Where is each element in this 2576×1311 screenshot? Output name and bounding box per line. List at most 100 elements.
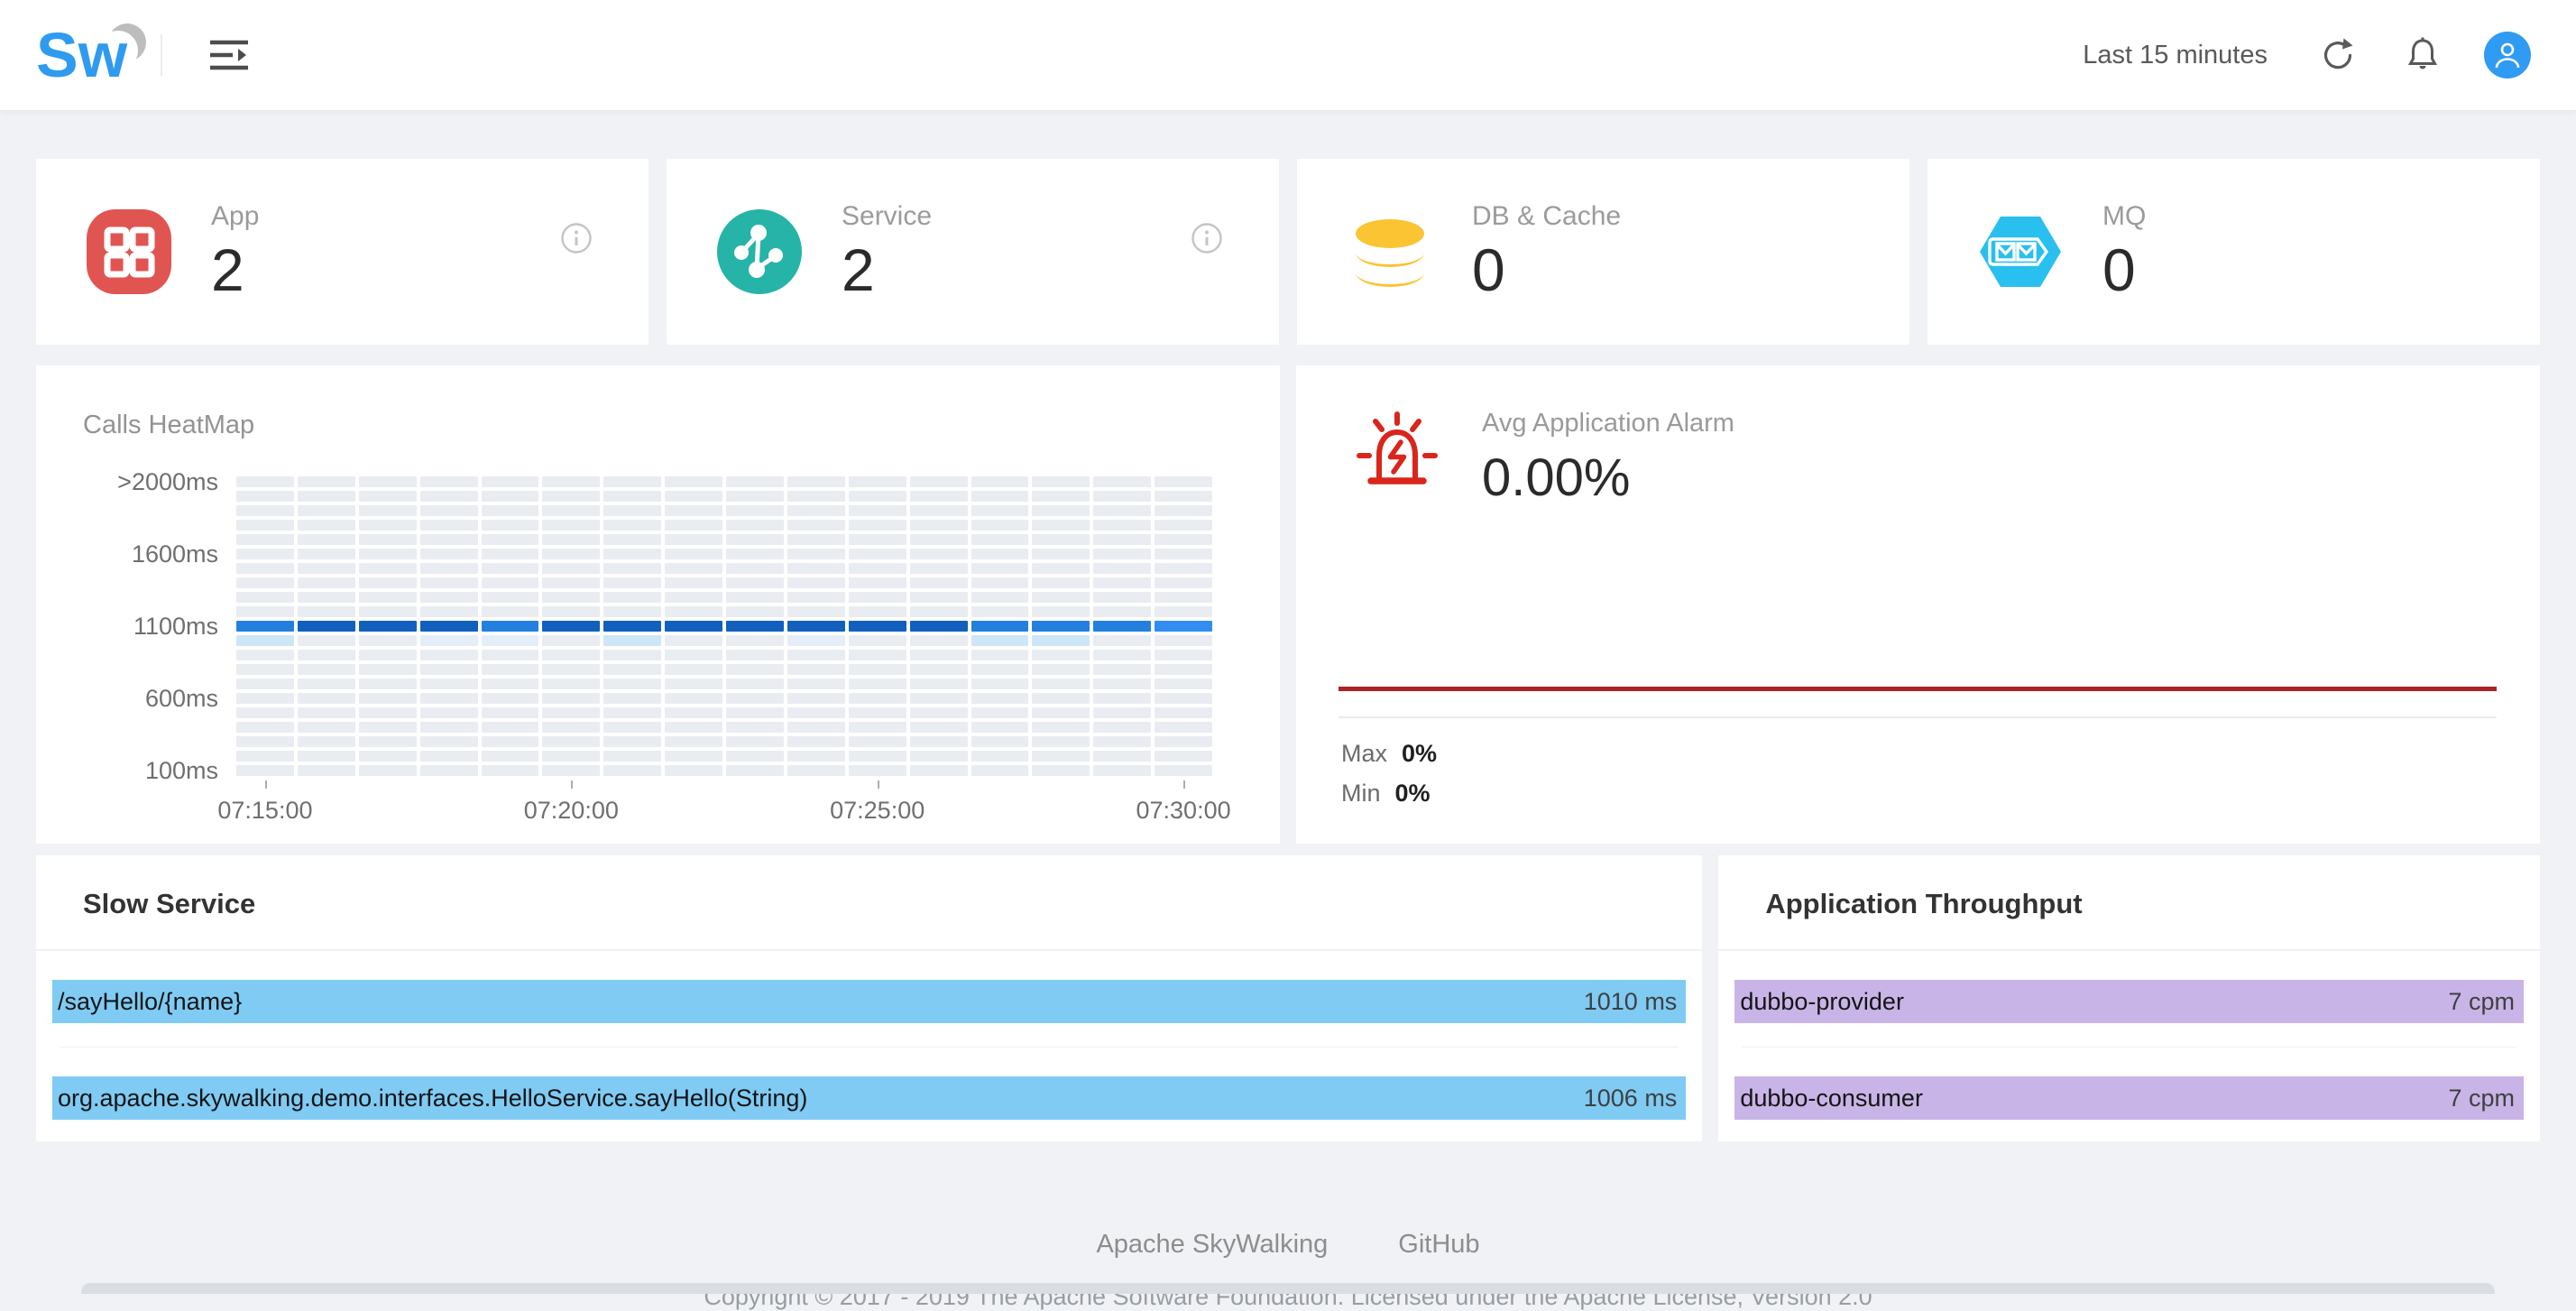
heatmap-cell <box>298 679 355 689</box>
heatmap-cell <box>236 722 294 733</box>
heatmap-cell <box>1155 520 1212 531</box>
heatmap-cell <box>665 520 722 531</box>
heatmap-cell <box>726 577 784 588</box>
heatmap-cell <box>236 736 294 747</box>
user-avatar-icon[interactable] <box>2484 32 2531 78</box>
heatmap-cell <box>359 722 417 733</box>
heatmap-cell <box>1032 693 1090 704</box>
heatmap-cell <box>542 693 600 704</box>
heatmap-cell <box>787 476 845 487</box>
heatmap-cell <box>298 664 355 675</box>
heatmap-cell <box>665 563 722 574</box>
heatmap-cell <box>665 765 722 776</box>
heatmap-cell <box>1093 577 1151 588</box>
heatmap-x-label: 07:15:00 <box>217 797 312 825</box>
heatmap-cell <box>665 577 722 588</box>
heatmap-cell <box>542 476 600 487</box>
heatmap-cell <box>1093 606 1151 617</box>
heatmap-cell <box>849 650 906 660</box>
heatmap-cell <box>482 549 539 559</box>
slow-service-list: /sayHello/{name}1010 ms org.apache.skywal… <box>36 980 1702 1120</box>
footer-link-github[interactable]: GitHub <box>1398 1230 1479 1260</box>
header-divider <box>161 34 162 76</box>
stat-value: 2 <box>211 239 259 301</box>
heatmap-cell <box>298 520 355 531</box>
footer-link-apache-skywalking[interactable]: Apache SkyWalking <box>1096 1230 1328 1260</box>
heatmap-y-label: 1100ms <box>83 612 218 641</box>
heatmap-cell <box>787 765 845 776</box>
heatmap-cell <box>665 650 722 660</box>
calls-heatmap-panel: Calls HeatMap >2000ms1600ms1100ms600ms10… <box>36 365 1280 844</box>
heatmap-cell <box>603 534 661 545</box>
heatmap-cell <box>1032 621 1090 632</box>
heatmap-cell <box>971 621 1029 632</box>
heatmap-cell <box>542 635 600 646</box>
alarm-max-value: 0% <box>1402 740 1437 768</box>
throughput-bar[interactable]: dubbo-consumer7 cpm <box>1734 1076 2524 1120</box>
heatmap-cell <box>298 592 355 603</box>
bell-icon[interactable] <box>2405 36 2441 74</box>
heatmap-cell <box>849 765 906 776</box>
reload-icon[interactable] <box>2320 37 2356 73</box>
heatmap-cell <box>1032 736 1090 747</box>
heatmap-cell <box>1032 520 1090 531</box>
heatmap-cell <box>1155 606 1212 617</box>
stat-card-mq: MQ 0 <box>1927 159 2540 345</box>
heatmap-cell <box>665 751 722 762</box>
bar-separator <box>1742 1047 2516 1048</box>
slow-service-bar-value: 1006 ms <box>1584 1085 1678 1113</box>
heatmap-cell <box>849 664 906 675</box>
heatmap-cell <box>482 679 539 689</box>
heatmap-y-label: 1600ms <box>83 540 218 568</box>
alarm-line-series <box>1339 687 2497 691</box>
heatmap-cell <box>420 505 478 516</box>
heatmap-cell <box>1032 751 1090 762</box>
heatmap-cell <box>542 765 600 776</box>
heatmap-cell <box>542 563 600 574</box>
heatmap-cell <box>1155 534 1212 545</box>
heatmap-cell <box>665 534 722 545</box>
heatmap-cell <box>482 534 539 545</box>
slow-service-bar[interactable]: /sayHello/{name}1010 ms <box>52 980 1686 1023</box>
heatmap-cell <box>849 577 906 588</box>
heatmap-cell <box>359 736 417 747</box>
slow-service-panel: Slow Service /sayHello/{name}1010 msorg.… <box>36 855 1702 1141</box>
throughput-bar[interactable]: dubbo-provider7 cpm <box>1734 980 2524 1023</box>
alarm-min-value: 0% <box>1395 780 1431 808</box>
heatmap-cell <box>420 534 478 545</box>
heatmap-cell <box>849 549 906 559</box>
heatmap-cell <box>910 635 968 646</box>
heatmap-cell <box>726 751 784 762</box>
heatmap-cell <box>910 577 968 588</box>
time-range-selector[interactable]: Last 15 minutes <box>2083 41 2268 70</box>
info-icon[interactable] <box>560 222 593 254</box>
heatmap-cell <box>1093 650 1151 660</box>
throughput-bar-label: dubbo-provider <box>1740 988 1904 1016</box>
heatmap-cell <box>298 476 355 487</box>
heatmap-cell <box>665 491 722 502</box>
heatmap-cell <box>787 722 845 733</box>
heatmap-cell <box>1155 592 1212 603</box>
heatmap-cell <box>665 606 722 617</box>
heatmap-cell <box>849 722 906 733</box>
heatmap-cell <box>542 736 600 747</box>
heatmap-cell <box>849 693 906 704</box>
throughput-title: Application Throughput <box>1765 888 2540 920</box>
heatmap-cell <box>359 534 417 545</box>
heatmap-cell <box>603 707 661 718</box>
menu-unfold-icon[interactable] <box>209 39 251 71</box>
heatmap-cell <box>420 520 478 531</box>
heatmap-cell <box>726 606 784 617</box>
panel-divider <box>1718 949 2540 951</box>
slow-service-bar-label: org.apache.skywalking.demo.interfaces.He… <box>58 1085 807 1113</box>
heatmap-cell <box>971 476 1029 487</box>
heatmap-cell <box>236 563 294 574</box>
info-icon[interactable] <box>1191 222 1223 254</box>
heatmap-cell <box>236 520 294 531</box>
heatmap-cell <box>1155 707 1212 718</box>
heatmap-cell <box>359 577 417 588</box>
heatmap-cell <box>726 650 784 660</box>
slow-service-bar[interactable]: org.apache.skywalking.demo.interfaces.He… <box>52 1076 1686 1120</box>
heatmap-y-label: 100ms <box>83 756 218 785</box>
stat-card-db-cache: DB & Cache 0 <box>1297 159 1909 345</box>
